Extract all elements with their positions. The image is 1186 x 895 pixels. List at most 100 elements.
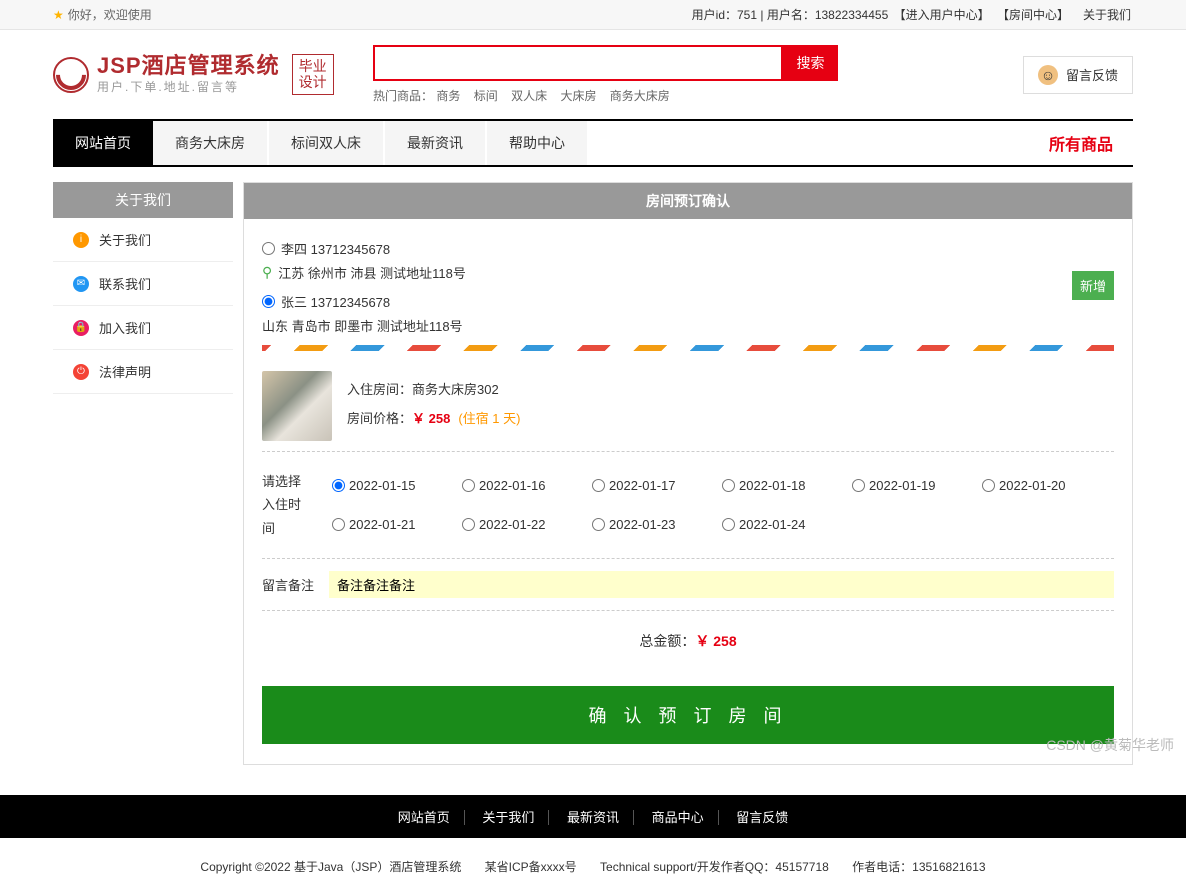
about-link[interactable]: 关于我们 [1083, 8, 1131, 22]
search-button[interactable]: 搜索 [783, 45, 838, 81]
logo-subtitle: 用户.下单.地址.留言等 [97, 78, 280, 95]
address-detail: 江苏 徐州市 沛县 测试地址118号 [278, 263, 466, 282]
date-radio[interactable] [462, 479, 475, 492]
date-option[interactable]: 2022-01-24 [722, 509, 852, 540]
sidebar-item-label: 联系我们 [99, 274, 151, 293]
date-option[interactable]: 2022-01-23 [592, 509, 722, 540]
date-radio[interactable] [332, 479, 345, 492]
sidebar-item-contact[interactable]: ✉ 联系我们 [53, 262, 233, 306]
main-nav: 网站首页 商务大床房 标间双人床 最新资讯 帮助中心 所有商品 [53, 119, 1133, 167]
content-header: 房间预订确认 [244, 183, 1132, 219]
date-option[interactable]: 2022-01-21 [332, 509, 462, 540]
date-label: 请选择 入住时间 [262, 470, 312, 540]
sidebar-item-legal[interactable]: ⏻ 法律声明 [53, 350, 233, 394]
footer-nav: 网站首页 关于我们 最新资讯 商品中心 留言反馈 [0, 795, 1186, 838]
date-option[interactable]: 2022-01-16 [462, 470, 592, 501]
footer-copyright: Copyright ©2022 基于Java（JSP）酒店管理系统 某省ICP备… [0, 838, 1186, 895]
address-radio-1[interactable] [262, 295, 275, 308]
remark-input[interactable] [329, 571, 1114, 598]
user-id: 用户id：751 [692, 8, 757, 22]
top-links: 用户id：751 | 用户名：13822334455 【进入用户中心】 【房间中… [692, 0, 1133, 30]
info-icon: i [73, 232, 89, 248]
mail-icon: ✉ [73, 276, 89, 292]
logo-icon [53, 57, 89, 93]
footer-link[interactable]: 留言反馈 [722, 810, 802, 825]
date-text: 2022-01-22 [479, 517, 546, 532]
date-option[interactable]: 2022-01-17 [592, 470, 722, 501]
support-icon: ☺ [1038, 65, 1058, 85]
nav-home[interactable]: 网站首页 [53, 121, 153, 165]
remark-section: 留言备注 [262, 559, 1114, 611]
hot-words: 热门商品： 商务 标间 双人床 大床房 商务大床房 [373, 87, 1023, 104]
add-address-button[interactable]: 新增 [1072, 271, 1114, 300]
logo[interactable]: JSP酒店管理系统 用户.下单.地址.留言等 毕业 设计 [53, 54, 373, 95]
address-section: 李四 13712345678 ⚲ 江苏 徐州市 沛县 测试地址118号 张三 1… [262, 239, 1114, 335]
header: JSP酒店管理系统 用户.下单.地址.留言等 毕业 设计 搜索 热门商品： 商务… [53, 30, 1133, 119]
date-text: 2022-01-15 [349, 478, 416, 493]
nav-all-products[interactable]: 所有商品 [1049, 131, 1133, 155]
remark-label: 留言备注 [262, 575, 317, 594]
date-radio[interactable] [852, 479, 865, 492]
location-icon: ⚲ [262, 264, 272, 281]
room-label: 入住房间： [347, 382, 412, 397]
footer-link[interactable]: 商品中心 [638, 810, 719, 825]
total-value: ￥ 258 [695, 633, 736, 649]
hot-link[interactable]: 大床房 [560, 89, 596, 103]
hot-link[interactable]: 双人床 [511, 89, 547, 103]
date-option[interactable]: 2022-01-20 [982, 470, 1112, 501]
date-text: 2022-01-24 [739, 517, 806, 532]
nav-news[interactable]: 最新资讯 [385, 121, 485, 165]
user-center-link[interactable]: 【进入用户中心】 [894, 8, 990, 22]
sidebar-item-label: 加入我们 [99, 318, 151, 337]
nights-text: (住宿 1 天) [458, 411, 520, 426]
watermark: CSDN @黄菊华老师 [1046, 735, 1174, 755]
search-area: 搜索 热门商品： 商务 标间 双人床 大床房 商务大床房 [373, 45, 1023, 104]
sidebar-item-label: 关于我们 [99, 230, 151, 249]
confirm-button[interactable]: 确 认 预 订 房 间 [262, 686, 1114, 744]
user-name: 用户名：13822334455 [767, 8, 888, 22]
date-text: 2022-01-21 [349, 517, 416, 532]
stripe-divider [262, 345, 1114, 351]
date-option[interactable]: 2022-01-18 [722, 470, 852, 501]
feedback-button[interactable]: ☺ 留言反馈 [1023, 56, 1133, 94]
lock-icon: 🔒 [73, 320, 89, 336]
date-option[interactable]: 2022-01-15 [332, 470, 462, 501]
date-option[interactable]: 2022-01-19 [852, 470, 982, 501]
date-radio[interactable] [982, 479, 995, 492]
date-radio[interactable] [592, 518, 605, 531]
date-text: 2022-01-16 [479, 478, 546, 493]
total-section: 总金额：￥ 258 [262, 611, 1114, 671]
search-input[interactable] [373, 45, 783, 81]
hot-link[interactable]: 商务 [436, 89, 460, 103]
room-center-link[interactable]: 【房间中心】 [997, 8, 1069, 22]
room-name: 商务大床房302 [412, 382, 499, 397]
hot-link[interactable]: 标间 [474, 89, 498, 103]
address-name: 张三 13712345678 [281, 292, 390, 311]
date-text: 2022-01-23 [609, 517, 676, 532]
sidebar-item-join[interactable]: 🔒 加入我们 [53, 306, 233, 350]
address-radio-0[interactable] [262, 242, 275, 255]
footer-link[interactable]: 网站首页 [384, 810, 465, 825]
sidebar-item-label: 法律声明 [99, 362, 151, 381]
star-icon: ★ [53, 8, 64, 22]
room-image [262, 371, 332, 441]
nav-business[interactable]: 商务大床房 [153, 121, 267, 165]
power-icon: ⏻ [73, 364, 89, 380]
nav-help[interactable]: 帮助中心 [487, 121, 587, 165]
hot-link[interactable]: 商务大床房 [610, 89, 670, 103]
date-radio[interactable] [592, 479, 605, 492]
footer-link[interactable]: 关于我们 [468, 810, 549, 825]
total-label: 总金额： [639, 633, 695, 649]
footer-link[interactable]: 最新资讯 [553, 810, 634, 825]
nav-standard[interactable]: 标间双人床 [269, 121, 383, 165]
date-option[interactable]: 2022-01-22 [462, 509, 592, 540]
date-radio[interactable] [722, 479, 735, 492]
date-radio[interactable] [462, 518, 475, 531]
content-panel: 房间预订确认 李四 13712345678 ⚲ 江苏 徐州市 沛县 测试地址11… [243, 182, 1133, 765]
address-detail: 山东 青岛市 即墨市 测试地址118号 [262, 316, 463, 335]
date-radio[interactable] [332, 518, 345, 531]
logo-badge: 毕业 设计 [292, 54, 334, 95]
date-radio[interactable] [722, 518, 735, 531]
sidebar: 关于我们 i 关于我们 ✉ 联系我们 🔒 加入我们 ⏻ 法律声明 [53, 182, 233, 765]
sidebar-item-about[interactable]: i 关于我们 [53, 218, 233, 262]
